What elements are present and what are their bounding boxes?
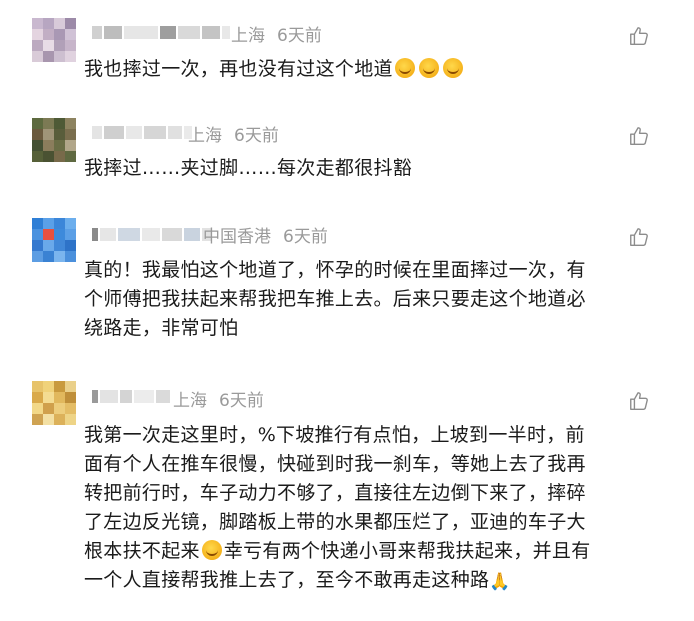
comment-location: 中国香港 <box>203 227 271 247</box>
comment-meta: 上海 6天前 <box>188 125 279 147</box>
laughing-crying-emoji <box>418 58 439 78</box>
comment-time: 6天前 <box>283 227 328 247</box>
comment-meta: 上海 6天前 <box>231 25 322 47</box>
comment-location: 上海 <box>173 391 207 411</box>
laughing-crying-emoji <box>394 58 415 78</box>
thumbs-up-icon[interactable] <box>628 390 650 412</box>
comment-text: 我摔过……夹过脚……每次走都很抖豁 <box>84 157 413 179</box>
avatar[interactable] <box>32 381 76 425</box>
comment-text: 我第一次走这里时，%下坡推行有点怕，上坡到一半时，前 面有个人在推车很慢，快碰到… <box>84 421 664 597</box>
avatar[interactable] <box>32 218 76 262</box>
praying-hands-emoji: 🙏 <box>489 572 511 592</box>
comment-time: 6天前 <box>234 126 279 146</box>
username-blurred[interactable] <box>92 386 170 406</box>
laughing-crying-emoji <box>442 58 463 78</box>
laughing-crying-emoji <box>201 540 222 560</box>
comment-location: 上海 <box>188 126 222 146</box>
avatar[interactable] <box>32 18 76 62</box>
username-blurred[interactable] <box>92 224 212 244</box>
comment-time: 6天前 <box>277 26 322 46</box>
thumbs-up-icon[interactable] <box>628 226 650 248</box>
comment-text: 我也摔过一次，再也没有过这个地道 <box>84 55 664 84</box>
comment-text: 真的！我最怕这个地道了，怀孕的时候在里面摔过一次，有 个师傅把我扶起来帮我把车推… <box>84 259 586 339</box>
comment-meta: 中国香港 6天前 <box>203 226 328 248</box>
thumbs-up-icon[interactable] <box>628 25 650 47</box>
avatar[interactable] <box>32 118 76 162</box>
comment-time: 6天前 <box>219 391 264 411</box>
username-blurred[interactable] <box>92 22 230 42</box>
thumbs-up-icon[interactable] <box>628 125 650 147</box>
username-blurred[interactable] <box>92 122 192 142</box>
comment-location: 上海 <box>231 26 265 46</box>
comment-meta: 上海 6天前 <box>173 390 264 412</box>
